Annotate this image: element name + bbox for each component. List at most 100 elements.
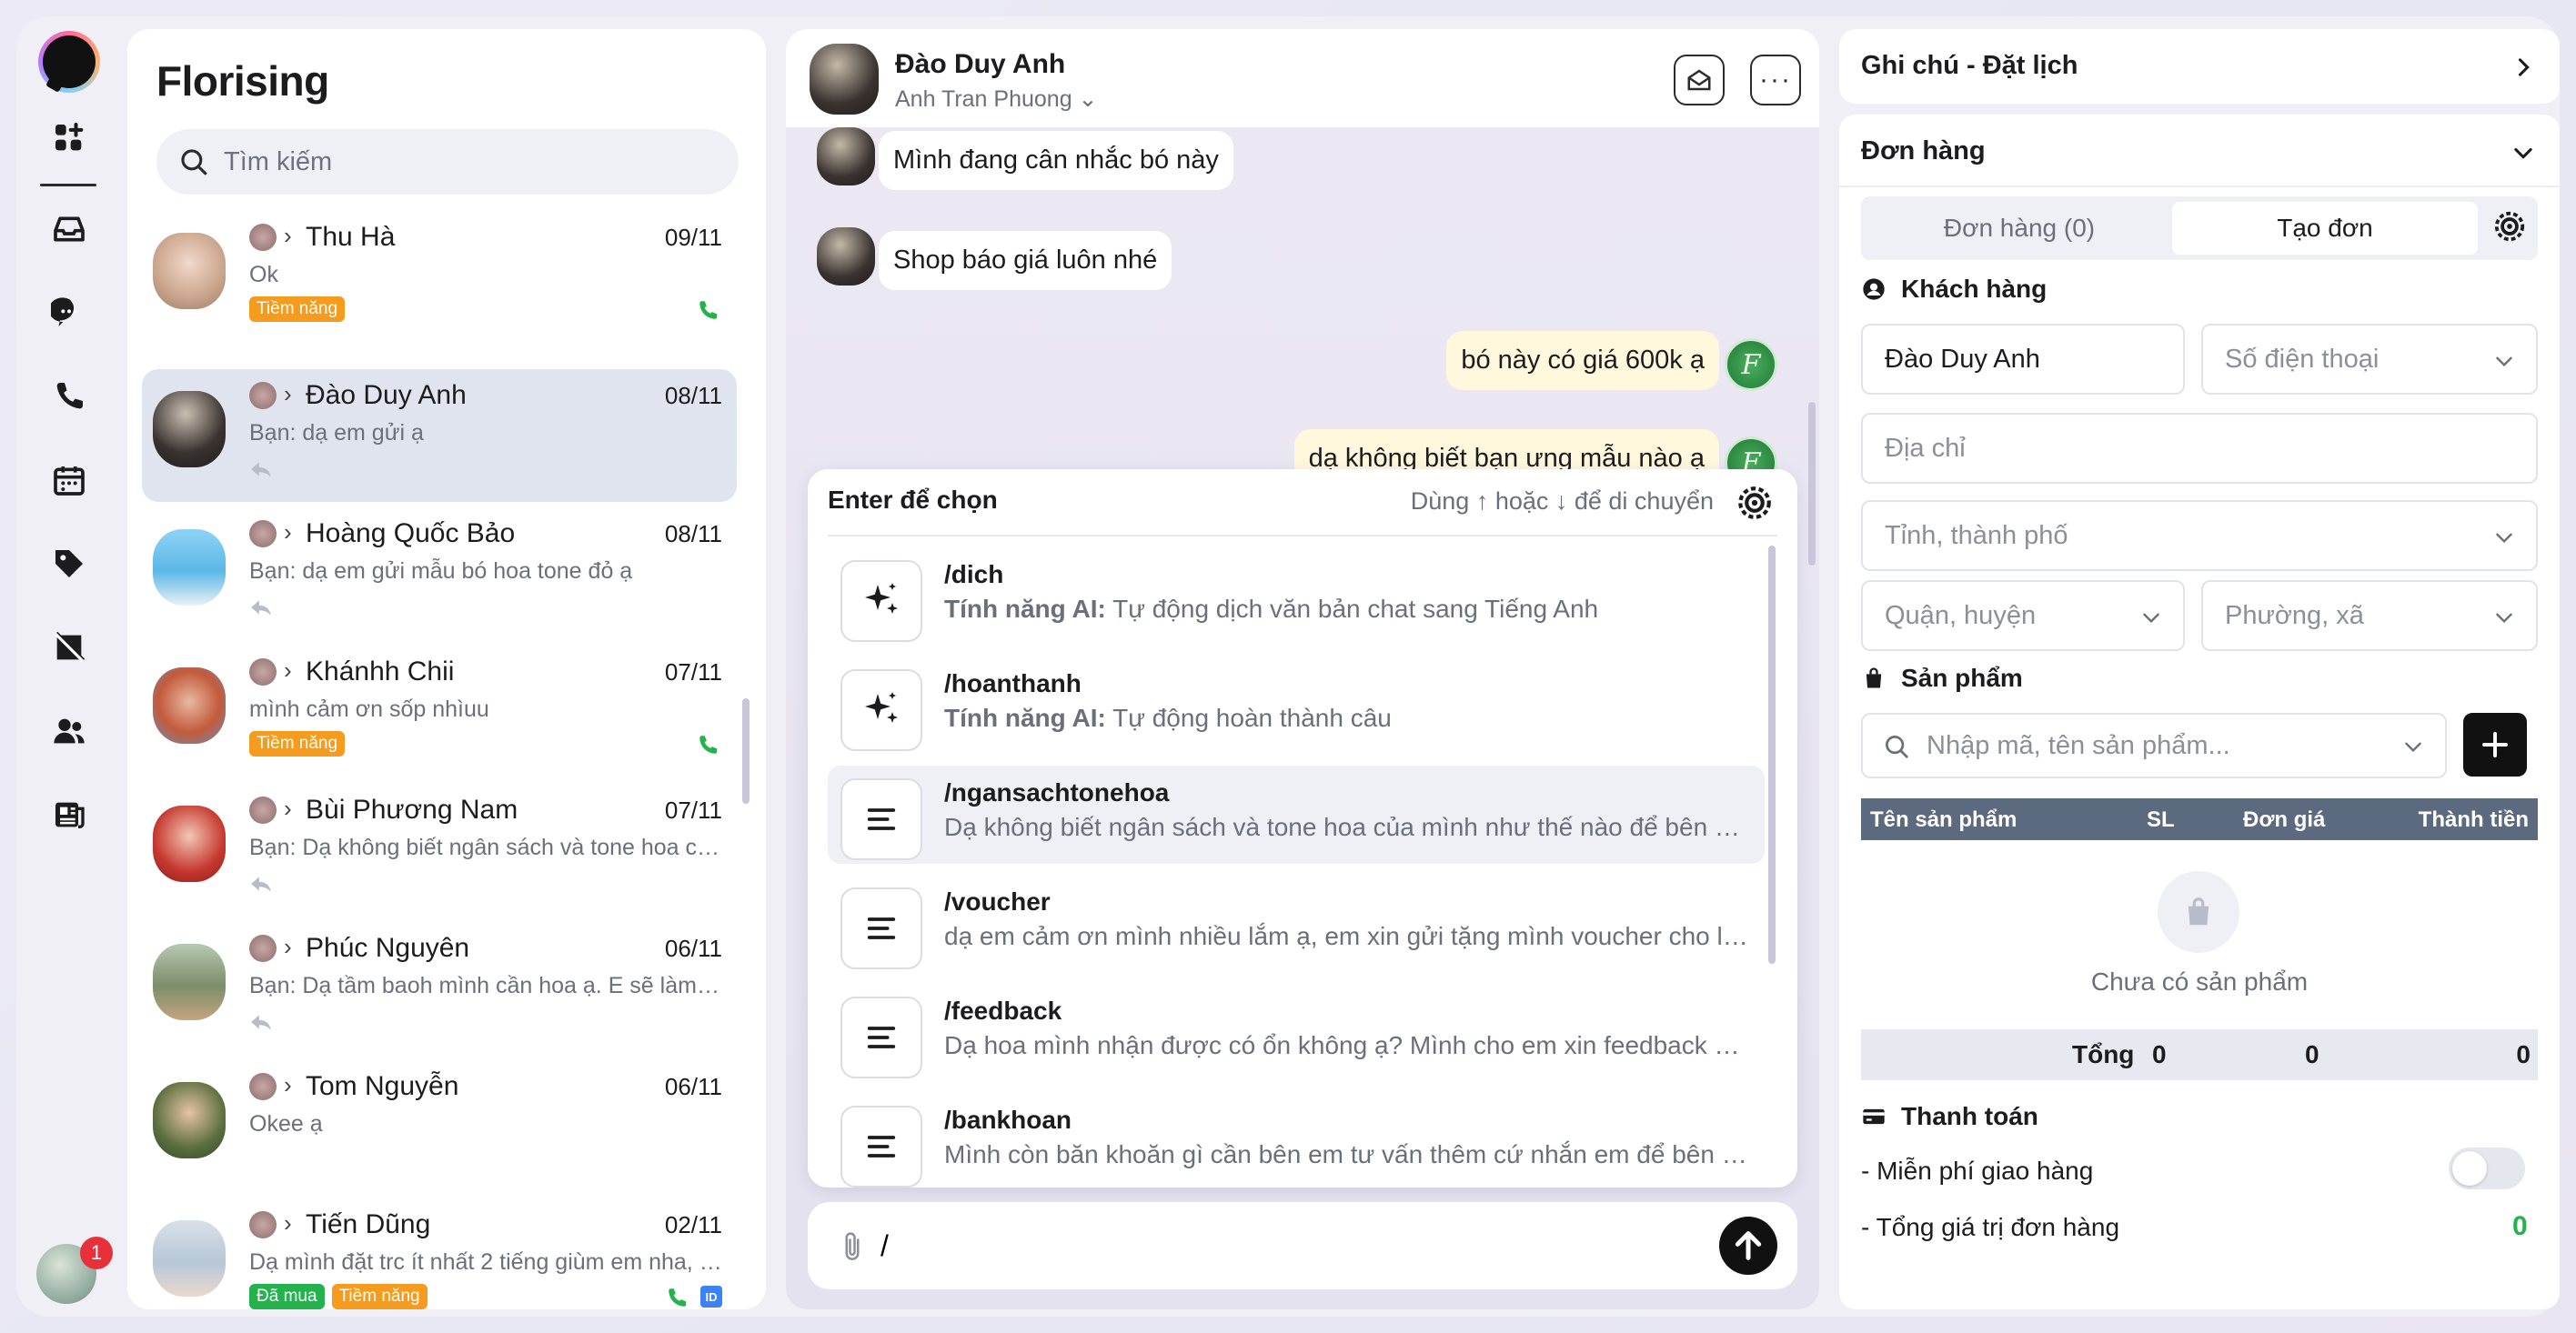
conversation-item[interactable]: › Tiến Dũng 02/11 Dạ mình đặt trc ít nhấ… [142,1198,737,1309]
chat-scrollbar[interactable] [1808,402,1816,566]
product-search-placeholder: Nhập mã, tên sản phẩm... [1927,730,2230,760]
notes-title: Ghi chú - Đặt lịch [1861,51,2078,80]
command-name: /dich [944,560,1004,588]
contact-avatar [153,667,226,744]
paperclip-icon[interactable] [839,1229,866,1264]
product-section-title: Sản phẩm [1901,664,2023,692]
command-item[interactable]: /hoanthanh Tính năng AI: Tự động hoàn th… [828,656,1765,755]
tag-icon[interactable] [51,546,87,582]
tab-orders[interactable]: Đơn hàng (0) [1867,202,2172,255]
news-icon[interactable] [51,797,87,833]
chevron-down-icon[interactable] [2511,140,2536,165]
message-avatar [817,227,875,286]
chat-bubble-logo-icon [43,35,96,88]
chevron-down-icon [2143,613,2159,624]
reply-icon [251,1015,271,1030]
command-item[interactable]: /feedback Dạ hoa mình nhận được có ổn kh… [828,984,1765,1082]
calendar-icon[interactable] [51,462,87,498]
notes-card[interactable]: Ghi chú - Đặt lịch [1839,29,2560,104]
free-shipping-toggle[interactable] [2449,1148,2525,1189]
command-text: Tự động dịch văn bản chat sang Tiếng Anh [1105,595,1599,623]
command-item[interactable]: /voucher dạ em cảm ơn mình nhiều lắm ạ, … [828,875,1765,973]
sparkle-icon [865,583,898,614]
command-name: /voucher [944,887,1051,916]
command-name: /feedback [944,997,1062,1025]
customer-section-header: Khách hàng [1861,275,2047,304]
last-message-preview: Bạn: dạ em gửi mẫu bó hoa tone đỏ ạ [249,558,633,584]
shopping-bag-icon [1866,667,1882,688]
broadcast-off-icon[interactable] [51,629,87,666]
order-title: Đơn hàng [1861,136,1986,165]
search-box[interactable] [156,129,739,195]
conversation-item[interactable]: › Thu Hà 09/11 Ok Tiềm năng [142,211,737,344]
phone-call-icon [669,1288,687,1307]
contact-date: 06/11 [664,1073,722,1100]
mark-read-button[interactable] [1674,55,1725,105]
envelope-open-icon [1687,69,1711,91]
command-item[interactable]: /dich Tính năng AI: Tự động dịch văn bản… [828,547,1765,646]
popup-scrollbar[interactable] [1768,546,1776,964]
contact-date: 08/11 [664,520,722,547]
ward-select[interactable]: Phường, xã [2201,580,2538,651]
conversation-item[interactable]: › Phúc Nguyên 06/11 Bạn: Dạ tầm baoh mìn… [142,922,737,1055]
conversation-item[interactable]: › Hoàng Quốc Bảo 08/11 Bạn: dạ em gửi mẫ… [142,507,737,640]
empty-bag-icon [2158,871,2239,953]
apps-add-icon[interactable] [51,120,87,156]
outgoing-message: bó này có giá 600k ạ [1446,331,1719,390]
settings-gear-icon[interactable] [2492,209,2527,244]
conversation-list-panel: Florising › Thu Hà 09/11 Ok Tiềm năng › … [127,29,766,1309]
phone-field[interactable]: Số điện thoại [2201,324,2538,395]
product-table-header: Tên sản phẩm SL Đơn giá Thành tiền [1861,798,2538,840]
inbox-icon[interactable] [51,211,87,247]
command-prefix: Tính năng AI: [944,704,1106,732]
text-lines-icon [867,1027,896,1048]
product-search-field[interactable]: Nhập mã, tên sản phẩm... [1861,713,2447,778]
list-scrollbar[interactable] [742,698,750,804]
ward-placeholder: Phường, xã [2225,600,2364,630]
add-product-button[interactable] [2463,713,2527,777]
command-item[interactable]: /bankhoan Mình còn băn khoăn gì cần bên … [828,1093,1765,1188]
app-logo[interactable] [38,31,100,93]
rail-divider [40,184,96,186]
chevron-down-icon [2496,533,2512,544]
popup-hint: Dùng ↑ hoặc ↓ để di chuyển [1410,487,1714,515]
city-placeholder: Tỉnh, thành phố [1885,520,2068,550]
customer-name-field[interactable]: Đào Duy Anh [1861,324,2185,395]
message-input[interactable] [880,1224,1663,1268]
chevron-down-icon [2496,613,2512,624]
col-unit-price: Đơn giá [2243,807,2326,832]
more-options-button[interactable]: ··· [1750,55,1801,105]
district-placeholder: Quận, huyện [1885,600,2037,630]
city-select[interactable]: Tỉnh, thành phố [1861,500,2538,571]
order-tabs: Đơn hàng (0) Tạo đơn [1861,196,2538,260]
search-icon [1886,736,1908,758]
shop-avatar: F [1725,338,1777,391]
conversation-item-selected[interactable]: › Đào Duy Anh 08/11 Bạn: dạ em gửi ạ [142,369,737,502]
settings-gear-icon[interactable] [1736,484,1774,522]
conversation-item[interactable]: › Khánhh Chii 07/11 mình cảm ơn sốp nhìu… [142,646,737,778]
contact-date: 02/11 [664,1211,722,1238]
search-input[interactable] [224,146,697,177]
command-item-highlighted[interactable]: /ngansachtonehoa Dạ không biết ngân sách… [828,766,1765,864]
contact-avatar[interactable] [810,44,879,115]
reply-icon [251,462,271,477]
order-value-label: - Tổng giá trị đơn hàng [1861,1213,2120,1241]
contact-name: Bùi Phương Nam [306,795,518,825]
sparkle-icon [865,692,898,723]
last-message-preview: Dạ mình đặt trc ít nhất 2 tiếng giùm em … [249,1249,722,1275]
phone-icon[interactable] [51,378,87,415]
users-icon[interactable] [51,713,87,749]
conversation-item[interactable]: › Bùi Phương Nam 07/11 Bạn: Dạ không biế… [142,784,737,917]
page-title: Florising [156,57,329,105]
send-button[interactable] [1719,1217,1777,1275]
tab-create-order[interactable]: Tạo đơn [2172,202,2478,255]
contact-name: Thu Hà [306,222,396,252]
district-select[interactable]: Quận, huyện [1861,580,2185,651]
address-field[interactable]: Địa chỉ [1861,413,2538,484]
conversation-item[interactable]: › Tom Nguyễn 06/11 Okee ạ [142,1060,737,1193]
phone-call-icon [699,736,718,754]
col-product-name: Tên sản phẩm [1870,807,2018,832]
chat-icon[interactable] [51,295,87,331]
assignee-avatar [249,224,277,251]
assignee-selector[interactable]: Anh Tran Phuong ⌄ [895,85,1098,113]
